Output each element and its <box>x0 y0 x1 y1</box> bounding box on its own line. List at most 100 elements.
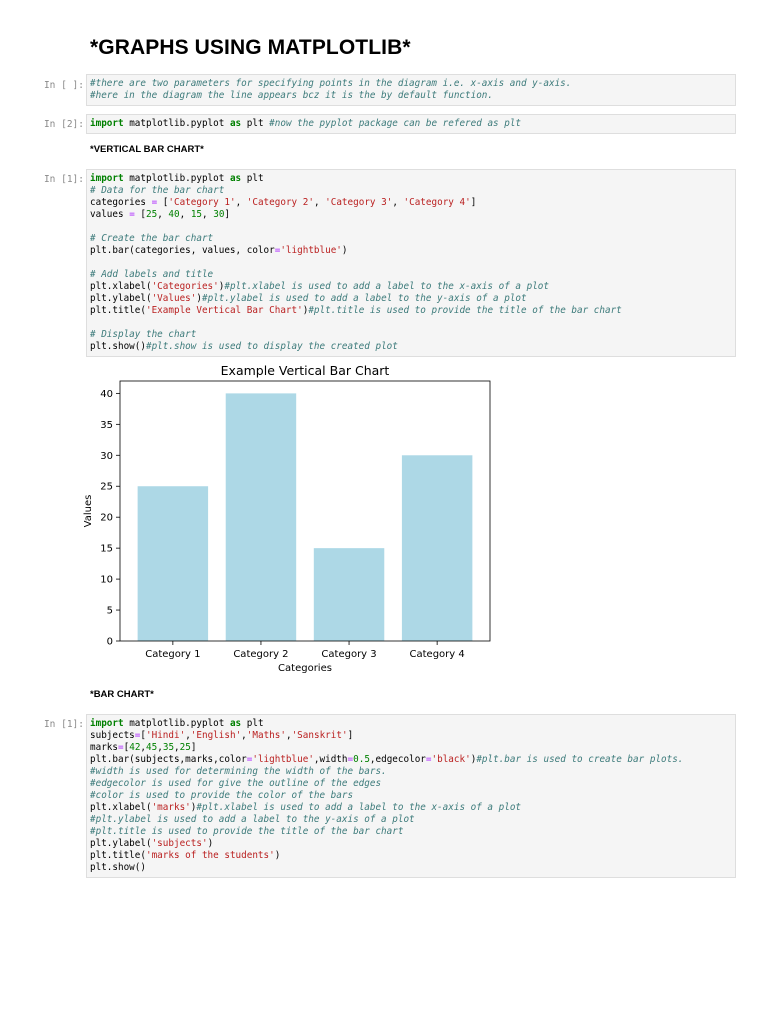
bar-3 <box>313 548 385 641</box>
code-editor[interactable]: #there are two parameters for specifying… <box>86 74 736 106</box>
code-line: # Data for the bar chart <box>90 185 732 197</box>
code-line: subjects=['Hindi','English','Maths','San… <box>90 730 732 742</box>
code-token: as <box>229 118 242 129</box>
code-token: #now the pyplot package can be refered a… <box>269 118 522 129</box>
code-line: #color is used to provide the color of t… <box>90 790 732 802</box>
code-token: 15 <box>190 209 203 220</box>
code-token: 'Category 1' <box>168 197 236 208</box>
code-token: #here in the diagram the line appears bc… <box>90 90 493 101</box>
code-token: # Display the chart <box>90 329 197 340</box>
code-token: matplotlib.pyplot <box>123 718 230 729</box>
bar-chart-output: Example Vertical Bar Chart Category 1 Cate… <box>83 363 491 674</box>
code-token: plt.bar(subjects,marks,color <box>90 754 247 765</box>
code-token: #plt.show is used to display the created… <box>145 341 398 352</box>
code-line: # Display the chart <box>90 329 732 341</box>
code-token: plt.title( <box>90 850 146 861</box>
code-token: 'Sanskrit' <box>291 730 348 741</box>
x-tick-label: Category 4 <box>410 649 465 660</box>
code-line: plt.xlabel('marks')#plt.xlabel is used t… <box>90 802 732 814</box>
code-editor[interactable]: import matplotlib.pyplot as plt # Data fo… <box>86 169 736 357</box>
code-token: 'Category 4' <box>403 197 471 208</box>
code-token: 45 <box>146 742 158 753</box>
code-token: plt.show() <box>90 862 146 873</box>
x-tick-label: Category 2 <box>233 649 288 660</box>
code-token: 'Hindi' <box>146 730 186 741</box>
code-token: # Data for the bar chart <box>90 185 225 196</box>
code-token: 25 <box>179 742 191 753</box>
code-token: import <box>90 118 124 129</box>
cell-prompt: In [ ]: <box>43 80 84 91</box>
code-token: 'English' <box>190 730 242 741</box>
code-token: #plt.bar is used to create bar plots. <box>476 754 684 765</box>
bar-2 <box>225 393 297 641</box>
markdown-heading-vertical-bar-chart: *VERTICAL BAR CHART* <box>90 144 204 155</box>
code-token: #plt.ylabel is used to add a label to th… <box>90 814 415 825</box>
code-token: plt <box>241 718 264 729</box>
code-token: ] <box>190 742 197 753</box>
code-line: plt.title('Example Vertical Bar Chart')#… <box>90 305 732 317</box>
code-token: #plt.title is used to provide the title … <box>90 826 404 837</box>
code-token: 'Category 3' <box>325 197 393 208</box>
code-line: plt.ylabel('subjects') <box>90 838 732 850</box>
code-token: , <box>202 209 214 220</box>
cell-prompt: In [1]: <box>43 174 84 185</box>
bar-4 <box>401 455 473 641</box>
code-token: 'Example Vertical Bar Chart' <box>145 305 303 316</box>
code-token: 40 <box>168 209 180 220</box>
code-line: plt.bar(categories, values, color='light… <box>90 245 732 257</box>
code-token: # Create the bar chart <box>90 233 214 244</box>
code-token: plt.xlabel( <box>90 802 152 813</box>
bar-1 <box>137 486 209 641</box>
code-line: plt.ylabel('Values')#plt.ylabel is used … <box>90 293 732 305</box>
code-token: , <box>179 209 191 220</box>
markdown-heading-bar-chart: *BAR CHART* <box>90 689 154 700</box>
code-token: 'marks of the students' <box>145 850 275 861</box>
code-token: matplotlib.pyplot <box>123 118 230 129</box>
code-token: # Add labels and title <box>90 269 214 280</box>
code-token: #plt.xlabel is used to add a label to th… <box>196 802 522 813</box>
code-line: #edgecolor is used for give the outline … <box>90 778 732 790</box>
code-token: [ <box>134 209 146 220</box>
code-token: as <box>229 173 242 184</box>
y-tick-label: 0 <box>107 637 113 648</box>
code-token: #there are two parameters for specifying… <box>90 78 572 89</box>
code-line: plt.show()#plt.show is used to display t… <box>90 341 732 353</box>
code-token: 0.5 <box>353 754 370 765</box>
y-axis-label: Values <box>83 495 94 528</box>
code-line: import matplotlib.pyplot as plt #now the… <box>90 118 732 130</box>
code-token: plt.title( <box>90 305 146 316</box>
code-line: plt.show() <box>90 862 732 874</box>
code-token: 25 <box>146 209 158 220</box>
code-line: #there are two parameters for specifying… <box>90 78 732 90</box>
code-token: ] <box>347 730 354 741</box>
chart-title: Example Vertical Bar Chart <box>221 363 390 378</box>
x-axis-label: Categories <box>278 663 332 674</box>
y-tick-label: 40 <box>100 389 113 400</box>
code-line: #plt.title is used to provide the title … <box>90 826 732 838</box>
code-editor[interactable]: import matplotlib.pyplot as plt subjects=… <box>86 714 736 878</box>
code-token: ) <box>341 245 348 256</box>
code-token: #plt.ylabel is used to add a label to th… <box>201 293 527 304</box>
code-token: as <box>229 718 242 729</box>
code-token: import <box>90 173 124 184</box>
code-line: # Add labels and title <box>90 269 732 281</box>
notebook-title: *GRAPHS USING MATPLOTLIB* <box>90 36 411 59</box>
code-token: , <box>157 209 169 220</box>
code-token: ,width <box>313 754 348 765</box>
code-token: 'Categories' <box>151 281 219 292</box>
code-token: #plt.title is used to provide the title … <box>308 305 622 316</box>
code-token: plt.ylabel( <box>90 838 152 849</box>
code-token: values <box>90 209 130 220</box>
code-token: , <box>235 197 247 208</box>
code-line: marks=[42,45,35,25] <box>90 742 732 754</box>
code-token: plt.ylabel( <box>90 293 152 304</box>
code-token: 'Values' <box>151 293 197 304</box>
code-line: import matplotlib.pyplot as plt <box>90 718 732 730</box>
code-token: categories <box>90 197 152 208</box>
code-editor[interactable]: import matplotlib.pyplot as plt #now the… <box>86 114 736 134</box>
code-token: 'Maths' <box>246 730 286 741</box>
x-tick-label: Category 1 <box>145 649 200 660</box>
